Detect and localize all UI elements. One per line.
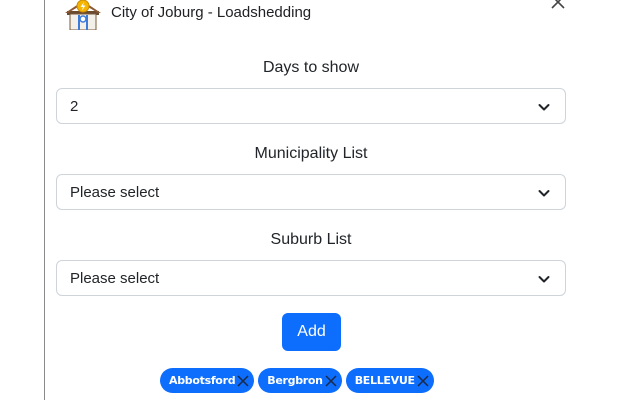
app-title: City of Joburg - Loadshedding <box>111 3 312 21</box>
suburb-select-value: Please select <box>70 269 160 287</box>
suburb-label: Suburb List <box>270 231 352 248</box>
days-select[interactable]: 2 <box>56 88 566 124</box>
header: City of Joburg - Loadshedding <box>64 0 311 30</box>
suburb-chip-label: Abbotsford <box>169 374 236 387</box>
selected-suburbs: Abbotsford Bergbron BELLEVUE <box>160 368 434 393</box>
close-button[interactable] <box>550 0 566 10</box>
add-button[interactable]: Add <box>282 313 341 351</box>
remove-chip-icon[interactable] <box>324 374 338 388</box>
suburb-chip-label: Bergbron <box>267 374 323 387</box>
remove-chip-icon[interactable] <box>416 374 430 388</box>
close-icon <box>551 0 565 9</box>
municipality-select-value: Please select <box>70 183 160 201</box>
house-power-icon <box>65 0 101 30</box>
popup-page: City of Joburg - Loadshedding Days to sh… <box>0 0 640 400</box>
remove-chip-icon[interactable] <box>236 374 250 388</box>
chevron-down-icon <box>538 276 550 283</box>
suburb-chip: Bergbron <box>258 368 342 393</box>
suburb-select[interactable]: Please select <box>56 260 566 296</box>
days-select-value: 2 <box>70 97 79 115</box>
chevron-down-icon <box>538 190 550 197</box>
window-left-border <box>44 0 45 400</box>
suburb-chip: BELLEVUE <box>345 368 434 393</box>
municipality-select[interactable]: Please select <box>56 174 566 210</box>
suburb-chip: Abbotsford <box>160 368 255 393</box>
chevron-down-icon <box>538 104 550 111</box>
days-label: Days to show <box>262 59 360 76</box>
municipality-label: Municipality List <box>254 145 368 162</box>
suburb-chip-label: BELLEVUE <box>354 374 415 387</box>
